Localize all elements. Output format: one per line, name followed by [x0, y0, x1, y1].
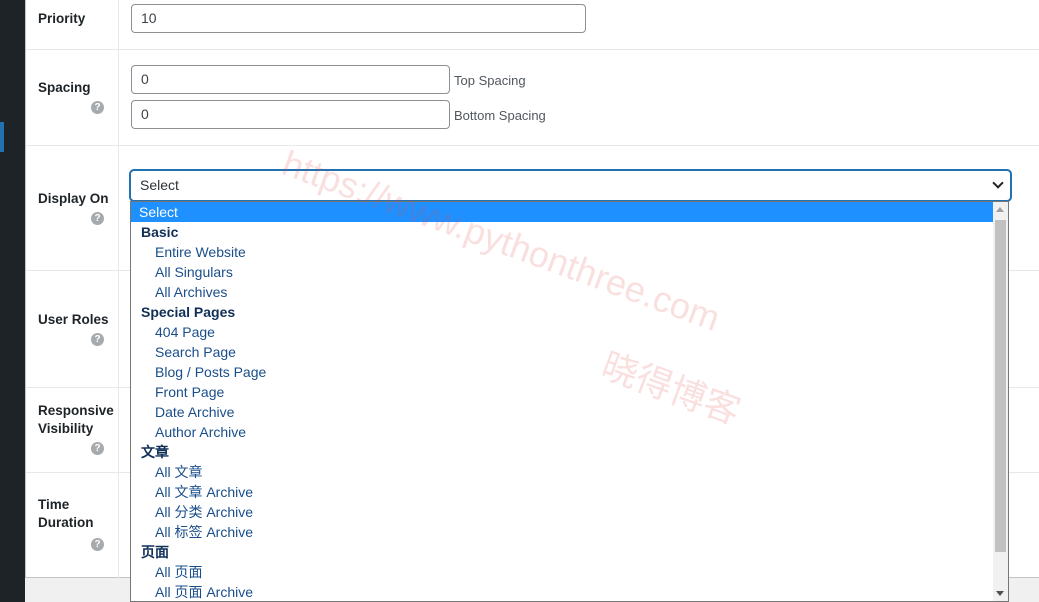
dropdown-option[interactable]: Date Archive [131, 402, 1008, 422]
spacing-label: Spacing [38, 80, 91, 95]
bottom-spacing-input[interactable]: 0 [131, 100, 450, 129]
display-on-select[interactable]: Select [130, 170, 1011, 201]
priority-label: Priority [38, 11, 86, 26]
priority-row: Priority 10 [26, 0, 1039, 50]
visibility-label: Visibility [38, 421, 94, 436]
help-icon[interactable]: ? [91, 101, 104, 114]
dropdown-option[interactable]: All 页面 [131, 562, 1008, 582]
help-icon[interactable]: ? [91, 442, 104, 455]
option-group-label: Basic [141, 224, 179, 240]
dropdown-option[interactable]: All 页面 Archive [131, 582, 1008, 601]
dropdown-option[interactable]: Blog / Posts Page [131, 362, 1008, 382]
help-icon[interactable]: ? [91, 212, 104, 225]
option-group-label: Special Pages [141, 304, 236, 320]
display-on-label: Display On [38, 191, 109, 206]
dropdown-option[interactable]: Author Archive [131, 422, 1008, 442]
dropdown-option[interactable]: 404 Page [131, 322, 1008, 342]
display-on-dropdown-list[interactable]: Select Basic Entire Website All Singulars Al… [130, 201, 1009, 602]
time-label: Time [38, 497, 70, 512]
bottom-spacing-label: Bottom Spacing [454, 108, 546, 123]
help-icon[interactable]: ? [91, 333, 104, 346]
top-spacing-label: Top Spacing [454, 73, 526, 88]
dropdown-option[interactable]: All Singulars [131, 262, 1008, 282]
chevron-down-icon [992, 177, 1004, 189]
option-group-label: 页面 [141, 544, 169, 560]
active-menu-marker [0, 122, 4, 152]
dropdown-option[interactable]: All 标签 Archive [131, 522, 1008, 542]
dropdown-option[interactable]: Select [131, 202, 1008, 222]
user-roles-label: User Roles [38, 312, 109, 327]
admin-sidebar [0, 0, 25, 602]
top-spacing-input[interactable]: 0 [131, 65, 450, 94]
dropdown-option[interactable]: Front Page [131, 382, 1008, 402]
duration-label: Duration [38, 515, 94, 530]
dropdown-option[interactable]: Search Page [131, 342, 1008, 362]
help-icon[interactable]: ? [91, 538, 104, 551]
option-group-label: 文章 [141, 444, 169, 460]
scroll-up-icon[interactable] [996, 207, 1004, 212]
scroll-down-icon[interactable] [996, 591, 1004, 596]
dropdown-scrollbar[interactable] [993, 202, 1008, 601]
dropdown-option[interactable]: All 文章 [131, 462, 1008, 482]
priority-input[interactable]: 10 [131, 4, 586, 33]
dropdown-option[interactable]: All 分类 Archive [131, 502, 1008, 522]
spacing-row: Spacing? 0 Top Spacing 0 Bottom Spacing [26, 50, 1039, 146]
dropdown-option[interactable]: All Archives [131, 282, 1008, 302]
responsive-label: Responsive [38, 403, 114, 418]
dropdown-option[interactable]: All 文章 Archive [131, 482, 1008, 502]
dropdown-option[interactable]: Entire Website [131, 242, 1008, 262]
